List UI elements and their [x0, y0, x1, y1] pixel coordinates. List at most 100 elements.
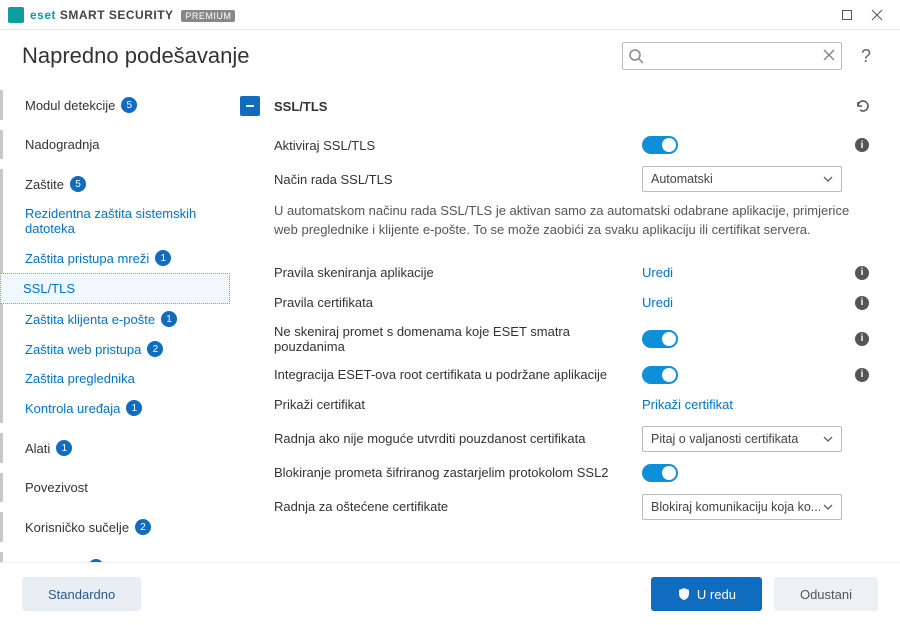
- setting-label: Prikaži certifikat: [274, 397, 632, 412]
- sidebar-item-zastita-preglednika[interactable]: Zaštita preglednika: [0, 364, 230, 393]
- info-icon[interactable]: i: [855, 266, 869, 280]
- sidebar-item-nadogradnja[interactable]: Nadogradnja: [0, 130, 230, 159]
- brand-logo-icon: [8, 7, 24, 23]
- sidebar-item-label: Zaštita klijenta e-pošte: [25, 312, 155, 327]
- sidebar-badge: 5: [88, 559, 104, 562]
- brand-main: SMART SECURITY: [60, 8, 174, 22]
- setting-label: Pravila skeniranja aplikacije: [274, 265, 632, 280]
- sidebar-badge: 1: [126, 400, 142, 416]
- mode-description: U automatskom načinu rada SSL/TLS je akt…: [240, 198, 872, 258]
- sidebar-item-label: Korisničko sučelje: [25, 520, 129, 535]
- select-nacin-rada[interactable]: Automatski: [642, 166, 842, 192]
- info-icon[interactable]: i: [855, 368, 869, 382]
- sidebar-item-label: SSL/TLS: [23, 281, 75, 296]
- header: Napredno podešavanje ?: [0, 30, 900, 82]
- sidebar-item-zastita-mreze[interactable]: Zaštita pristupa mreži 1: [0, 243, 230, 273]
- row-aktiviraj-ssltls: Aktiviraj SSL/TLS i: [240, 130, 872, 160]
- shield-icon: [677, 587, 691, 601]
- sidebar-item-rezidentna-zastita[interactable]: Rezidentna zaštita sistemskih datoteka: [0, 199, 230, 243]
- sidebar-item-label: Zaštita pristupa mreži: [25, 251, 149, 266]
- link-uredi-certifikati[interactable]: Uredi: [642, 295, 673, 310]
- button-label: U redu: [697, 587, 736, 602]
- sidebar-item-modul-detekcije[interactable]: Modul detekcije 5: [0, 90, 230, 120]
- brand-text: eset SMART SECURITY PREMIUM: [30, 8, 235, 22]
- row-nacin-rada: Način rada SSL/TLS Automatski: [240, 160, 872, 198]
- sidebar-item-label: Rezidentna zaštita sistemskih datoteka: [25, 206, 212, 236]
- search-input[interactable]: [622, 42, 842, 70]
- info-icon[interactable]: i: [855, 138, 869, 152]
- cancel-button[interactable]: Odustani: [774, 577, 878, 611]
- sidebar-item-label: Zaštite: [25, 177, 64, 192]
- link-uredi-aplikacije[interactable]: Uredi: [642, 265, 673, 280]
- link-prikazi-certifikat[interactable]: Prikaži certifikat: [642, 397, 733, 412]
- sidebar-item-povezivost[interactable]: Povezivost: [0, 473, 230, 502]
- section-header: SSL/TLS: [240, 90, 872, 130]
- sidebar-badge: 5: [70, 176, 86, 192]
- sidebar-item-obavijesti[interactable]: Obavijesti 5: [0, 552, 230, 562]
- search-icon: [628, 48, 644, 64]
- sidebar-badge: 5: [121, 97, 137, 113]
- close-icon: [871, 9, 883, 21]
- setting-label: Radnja za oštećene certifikate: [274, 499, 632, 514]
- setting-label: Pravila certifikata: [274, 295, 632, 310]
- sidebar-item-korisnicko-sucelje[interactable]: Korisničko sučelje 2: [0, 512, 230, 542]
- sidebar-item-label: Zaštita preglednika: [25, 371, 135, 386]
- sidebar-item-alati[interactable]: Alati 1: [0, 433, 230, 463]
- sidebar-item-label: Alati: [25, 441, 50, 456]
- info-icon[interactable]: i: [855, 296, 869, 310]
- default-button[interactable]: Standardno: [22, 577, 141, 611]
- row-prikazi-certifikat: Prikaži certifikat Prikaži certifikat: [240, 390, 872, 420]
- toggle-integracija-root[interactable]: [642, 366, 678, 384]
- button-label: Standardno: [48, 587, 115, 602]
- select-radnja-pouzdanost[interactable]: Pitaj o valjanosti certifikata: [642, 426, 842, 452]
- sidebar-badge: 1: [155, 250, 171, 266]
- footer: Standardno U redu Odustani: [0, 562, 900, 625]
- sidebar-badge: 1: [56, 440, 72, 456]
- undo-icon[interactable]: [854, 97, 872, 115]
- sidebar: Modul detekcije 5 Nadogradnja Zaštite 5 …: [0, 82, 230, 562]
- setting-label: Blokiranje prometa šifriranog zastarjeli…: [274, 465, 632, 480]
- button-label: Odustani: [800, 587, 852, 602]
- maximize-icon: [841, 9, 853, 21]
- chevron-down-icon: [823, 434, 833, 444]
- sidebar-item-label: Kontrola uređaja: [25, 401, 120, 416]
- titlebar: eset SMART SECURITY PREMIUM: [0, 0, 900, 30]
- search-box: [622, 42, 842, 70]
- select-value: Pitaj o valjanosti certifikata: [651, 432, 798, 446]
- info-icon[interactable]: i: [855, 332, 869, 346]
- collapse-button[interactable]: [240, 96, 260, 116]
- toggle-neskeniraj-pouzdane[interactable]: [642, 330, 678, 348]
- sidebar-item-kontrola-uredaja[interactable]: Kontrola uređaja 1: [0, 393, 230, 423]
- sidebar-item-zastita-eposte[interactable]: Zaštita klijenta e-pošte 1: [0, 304, 230, 334]
- brand: eset SMART SECURITY PREMIUM: [8, 7, 235, 23]
- chevron-down-icon: [823, 502, 833, 512]
- setting-label: Ne skeniraj promet s domenama koje ESET …: [274, 324, 632, 354]
- sidebar-item-ssltls[interactable]: SSL/TLS: [0, 273, 230, 304]
- sidebar-badge: 1: [161, 311, 177, 327]
- brand-prefix: eset: [30, 8, 56, 22]
- sidebar-item-label: Povezivost: [25, 480, 88, 495]
- row-radnja-pouzdanost: Radnja ako nije moguće utvrditi pouzdano…: [240, 420, 872, 458]
- ok-button[interactable]: U redu: [651, 577, 762, 611]
- row-blokiranje-ssl2: Blokiranje prometa šifriranog zastarjeli…: [240, 458, 872, 488]
- row-pravila-certifikata: Pravila certifikata Uredi i: [240, 288, 872, 318]
- row-integracija-root: Integracija ESET-ova root certifikata u …: [240, 360, 872, 390]
- setting-label: Način rada SSL/TLS: [274, 172, 632, 187]
- sidebar-item-zastite[interactable]: Zaštite 5: [0, 169, 230, 199]
- window-maximize-button[interactable]: [832, 0, 862, 30]
- select-value: Automatski: [651, 172, 713, 186]
- sidebar-badge: 2: [135, 519, 151, 535]
- setting-label: Integracija ESET-ova root certifikata u …: [274, 367, 632, 382]
- clear-search-icon[interactable]: [822, 48, 836, 62]
- sidebar-item-label: Modul detekcije: [25, 98, 115, 113]
- help-button[interactable]: ?: [854, 46, 878, 67]
- toggle-blokiranje-ssl2[interactable]: [642, 464, 678, 482]
- window-close-button[interactable]: [862, 0, 892, 30]
- sidebar-badge: 2: [147, 341, 163, 357]
- select-radnja-osteceni[interactable]: Blokiraj komunikaciju koja ko...: [642, 494, 842, 520]
- row-neskeniraj-pouzdane: Ne skeniraj promet s domenama koje ESET …: [240, 318, 872, 360]
- chevron-down-icon: [823, 174, 833, 184]
- sidebar-item-zastita-web[interactable]: Zaštita web pristupa 2: [0, 334, 230, 364]
- toggle-aktiviraj-ssltls[interactable]: [642, 136, 678, 154]
- sidebar-item-label: Nadogradnja: [25, 137, 99, 152]
